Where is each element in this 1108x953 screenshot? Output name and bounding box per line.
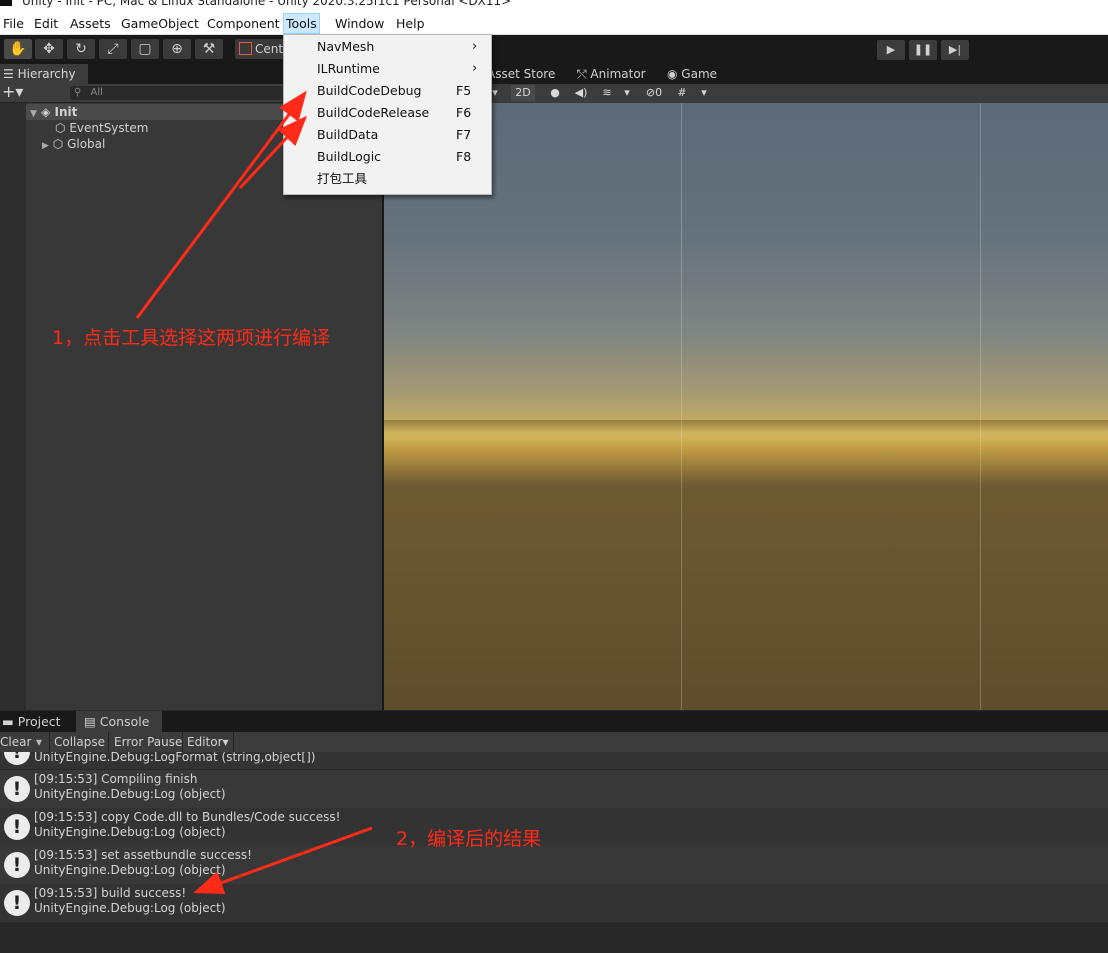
annotation-arrow-1a xyxy=(135,90,307,319)
annotation-step2: 2，编译后的结果 xyxy=(396,828,542,850)
annotation-arrow-1b xyxy=(238,115,308,190)
annotation-step1: 1，点击工具选择这两项进行编译 xyxy=(52,327,331,349)
annotation-arrows xyxy=(135,90,373,895)
annotation-arrow-2 xyxy=(193,826,373,895)
